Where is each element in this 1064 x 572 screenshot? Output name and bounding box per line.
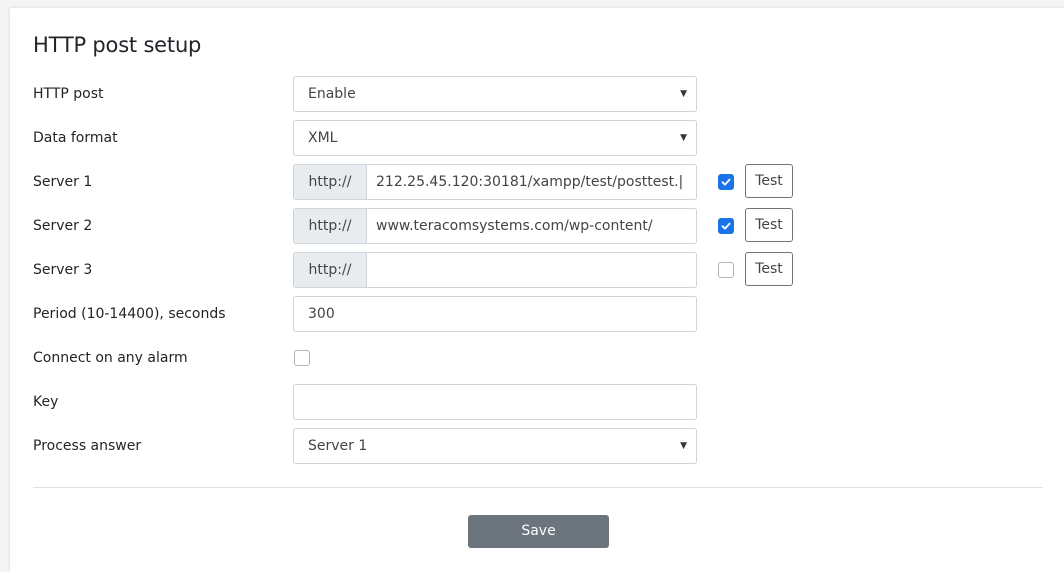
row-process-answer: Process answer Server 1 ▼ bbox=[33, 428, 1043, 464]
period-label: Period (10-14400), seconds bbox=[33, 306, 226, 322]
process-answer-select[interactable]: Server 1 ▼ bbox=[293, 428, 697, 464]
server-2-test-button[interactable]: Test bbox=[745, 208, 793, 242]
http-post-setup-panel: HTTP post setup HTTP post Enable ▼ Data … bbox=[10, 8, 1064, 572]
server-1-label: Server 1 bbox=[33, 174, 93, 190]
row-server-1: Server 1 http:// 212.25.45.120:30181/xam… bbox=[33, 164, 1043, 200]
row-server-3: Server 3 http:// Test bbox=[33, 252, 1043, 288]
chevron-down-icon: ▼ bbox=[680, 89, 687, 99]
server-2-prefix: http:// bbox=[294, 209, 367, 243]
key-input[interactable] bbox=[293, 384, 697, 420]
row-period: Period (10-14400), seconds 300 bbox=[33, 296, 1043, 332]
server-3-input-group[interactable]: http:// bbox=[293, 252, 697, 288]
process-answer-value: Server 1 bbox=[308, 438, 368, 454]
server-2-checkbox[interactable] bbox=[718, 218, 734, 234]
http-post-select[interactable]: Enable ▼ bbox=[293, 76, 697, 112]
key-label: Key bbox=[33, 394, 59, 410]
process-answer-label: Process answer bbox=[33, 438, 142, 454]
row-http-post: HTTP post Enable ▼ bbox=[33, 76, 1043, 112]
server-3-checkbox[interactable] bbox=[718, 262, 734, 278]
period-input[interactable]: 300 bbox=[293, 296, 697, 332]
http-post-value: Enable bbox=[308, 86, 356, 102]
http-post-label: HTTP post bbox=[33, 86, 104, 102]
server-3-prefix: http:// bbox=[294, 253, 367, 287]
chevron-down-icon: ▼ bbox=[680, 441, 687, 451]
data-format-value: XML bbox=[308, 130, 338, 146]
page-title: HTTP post setup bbox=[33, 33, 202, 57]
server-1-prefix: http:// bbox=[294, 165, 367, 199]
checkmark-icon bbox=[721, 178, 731, 186]
server-3-test-button[interactable]: Test bbox=[745, 252, 793, 286]
data-format-select[interactable]: XML ▼ bbox=[293, 120, 697, 156]
server-2-input-group[interactable]: http:// www.teracomsystems.com/wp-conten… bbox=[293, 208, 697, 244]
server-1-checkbox[interactable] bbox=[718, 174, 734, 190]
server-2-input[interactable]: www.teracomsystems.com/wp-content/ bbox=[376, 209, 692, 243]
data-format-label: Data format bbox=[33, 130, 118, 146]
save-button[interactable]: Save bbox=[468, 515, 609, 548]
row-connect-alarm: Connect on any alarm bbox=[33, 340, 1043, 376]
divider bbox=[33, 487, 1043, 488]
row-server-2: Server 2 http:// www.teracomsystems.com/… bbox=[33, 208, 1043, 244]
connect-alarm-checkbox[interactable] bbox=[294, 350, 310, 366]
server-2-label: Server 2 bbox=[33, 218, 93, 234]
server-1-input[interactable]: 212.25.45.120:30181/xampp/test/posttest.… bbox=[376, 165, 692, 199]
row-data-format: Data format XML ▼ bbox=[33, 120, 1043, 156]
period-value: 300 bbox=[308, 306, 335, 322]
server-1-test-button[interactable]: Test bbox=[745, 164, 793, 198]
row-key: Key bbox=[33, 384, 1043, 420]
checkmark-icon bbox=[721, 222, 731, 230]
connect-alarm-label: Connect on any alarm bbox=[33, 350, 188, 366]
server-1-input-group[interactable]: http:// 212.25.45.120:30181/xampp/test/p… bbox=[293, 164, 697, 200]
server-3-label: Server 3 bbox=[33, 262, 93, 278]
chevron-down-icon: ▼ bbox=[680, 133, 687, 143]
